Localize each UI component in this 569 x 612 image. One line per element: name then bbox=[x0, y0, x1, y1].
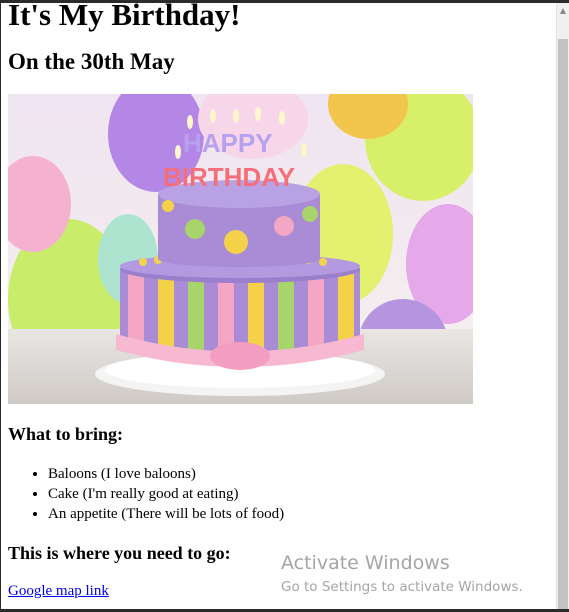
bring-heading: What to bring: bbox=[8, 424, 124, 444]
scrollbar-thumb[interactable] bbox=[558, 39, 568, 609]
page-content: It's My Birthday! On the 30th May HAPPY … bbox=[8, 0, 553, 600]
list-item: An appetite (There will be lots of food) bbox=[48, 504, 553, 524]
bring-list: Baloons (I love baloons) Cake (I'm reall… bbox=[8, 464, 553, 524]
date-subheading: On the 30th May bbox=[8, 49, 175, 74]
activate-windows-title: Activate Windows bbox=[281, 552, 450, 574]
list-item: Baloons (I love baloons) bbox=[48, 464, 553, 484]
candle-text-happy: HAPPY bbox=[183, 128, 273, 158]
birthday-cake-image: HAPPY BIRTHDAY bbox=[8, 94, 473, 404]
vertical-scrollbar[interactable]: ▲ bbox=[556, 3, 569, 609]
page-title: It's My Birthday! bbox=[8, 0, 241, 32]
activate-windows-subtitle: Go to Settings to activate Windows. bbox=[281, 579, 523, 595]
candle-text-birthday: BIRTHDAY bbox=[163, 162, 295, 192]
browser-viewport: It's My Birthday! On the 30th May HAPPY … bbox=[0, 0, 569, 612]
google-map-link[interactable]: Google map link bbox=[8, 582, 109, 600]
scroll-up-arrow-icon[interactable]: ▲ bbox=[557, 3, 569, 19]
list-item: Cake (I'm really good at eating) bbox=[48, 484, 553, 504]
activate-windows-watermark: Activate Windows Go to Settings to activ… bbox=[281, 551, 523, 596]
